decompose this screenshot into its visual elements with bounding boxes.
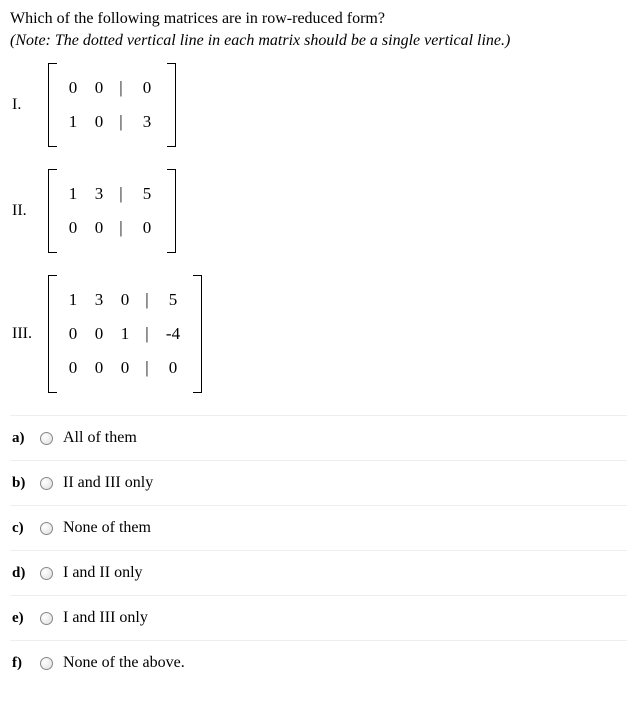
option-radio[interactable]	[40, 612, 53, 625]
option-text: All of them	[63, 429, 137, 447]
option-b[interactable]: b) II and III only	[10, 460, 627, 505]
table-row: 0 0 | 0	[60, 211, 164, 245]
option-f[interactable]: f) None of the above.	[10, 640, 627, 685]
option-text: I and II only	[63, 564, 143, 582]
table-row: 0 0 | 0	[60, 71, 164, 105]
option-label: f)	[12, 655, 38, 672]
matrix-cell: 3	[130, 112, 164, 132]
matrices-container: I. 0 0 | 0 1 0 | 3 II. 1 3 | 5	[12, 63, 627, 393]
matrix-2: 1 3 | 5 0 0 | 0	[48, 169, 176, 253]
matrix-cell: 1	[60, 184, 86, 204]
matrix-cell: 0	[112, 290, 138, 310]
option-text: None of the above.	[63, 654, 185, 672]
matrix-cell: 3	[86, 290, 112, 310]
aug-separator-icon: |	[138, 358, 156, 378]
matrix-block-2: II. 1 3 | 5 0 0 | 0	[12, 169, 627, 253]
matrix-cell: 0	[130, 218, 164, 238]
matrix-block-3: III. 1 3 0 | 5 0 0 1 | -4 0 0 0 | 0	[12, 275, 627, 393]
table-row: 0 0 0 | 0	[60, 351, 190, 385]
matrix-cell: 3	[86, 184, 112, 204]
table-row: 1 0 | 3	[60, 105, 164, 139]
matrix-cell: 0	[60, 78, 86, 98]
matrix-cell: 1	[112, 324, 138, 344]
matrix-3: 1 3 0 | 5 0 0 1 | -4 0 0 0 | 0	[48, 275, 202, 393]
question-note: (Note: The dotted vertical line in each …	[10, 30, 627, 52]
matrix-block-1: I. 0 0 | 0 1 0 | 3	[12, 63, 627, 147]
matrix-cell: 0	[86, 358, 112, 378]
aug-separator-icon: |	[112, 218, 130, 238]
matrix-cell: 0	[156, 358, 190, 378]
aug-separator-icon: |	[112, 112, 130, 132]
matrix-cell: 0	[60, 358, 86, 378]
matrix-cell: 0	[86, 112, 112, 132]
option-label: e)	[12, 610, 38, 627]
question-prompt: Which of the following matrices are in r…	[10, 8, 627, 30]
option-label: a)	[12, 430, 38, 447]
matrix-cell: 0	[60, 218, 86, 238]
matrix-cell: 0	[86, 218, 112, 238]
option-label: b)	[12, 475, 38, 492]
option-d[interactable]: d) I and II only	[10, 550, 627, 595]
matrix-cell: 5	[130, 184, 164, 204]
option-c[interactable]: c) None of them	[10, 505, 627, 550]
option-text: I and III only	[63, 609, 148, 627]
option-radio[interactable]	[40, 567, 53, 580]
table-row: 0 0 1 | -4	[60, 317, 190, 351]
answer-options: a) All of them b) II and III only c) Non…	[10, 415, 627, 685]
matrix-cell: 0	[112, 358, 138, 378]
aug-separator-icon: |	[112, 184, 130, 204]
matrix-label: II.	[12, 202, 48, 220]
aug-separator-icon: |	[138, 290, 156, 310]
matrix-cell: 0	[86, 324, 112, 344]
matrix-cell: 5	[156, 290, 190, 310]
matrix-1: 0 0 | 0 1 0 | 3	[48, 63, 176, 147]
matrix-cell: 0	[130, 78, 164, 98]
matrix-cell: 0	[60, 324, 86, 344]
matrix-cell: 0	[86, 78, 112, 98]
option-text: None of them	[63, 519, 151, 537]
option-label: d)	[12, 565, 38, 582]
matrix-label: III.	[12, 325, 48, 343]
option-label: c)	[12, 520, 38, 537]
option-a[interactable]: a) All of them	[10, 415, 627, 460]
aug-separator-icon: |	[112, 78, 130, 98]
matrix-label: I.	[12, 96, 48, 114]
option-text: II and III only	[63, 474, 153, 492]
option-e[interactable]: e) I and III only	[10, 595, 627, 640]
table-row: 1 3 | 5	[60, 177, 164, 211]
aug-separator-icon: |	[138, 324, 156, 344]
matrix-cell: 1	[60, 290, 86, 310]
question-block: Which of the following matrices are in r…	[10, 8, 627, 51]
option-radio[interactable]	[40, 432, 53, 445]
option-radio[interactable]	[40, 522, 53, 535]
option-radio[interactable]	[40, 657, 53, 670]
matrix-cell: -4	[156, 324, 190, 344]
option-radio[interactable]	[40, 477, 53, 490]
matrix-cell: 1	[60, 112, 86, 132]
table-row: 1 3 0 | 5	[60, 283, 190, 317]
